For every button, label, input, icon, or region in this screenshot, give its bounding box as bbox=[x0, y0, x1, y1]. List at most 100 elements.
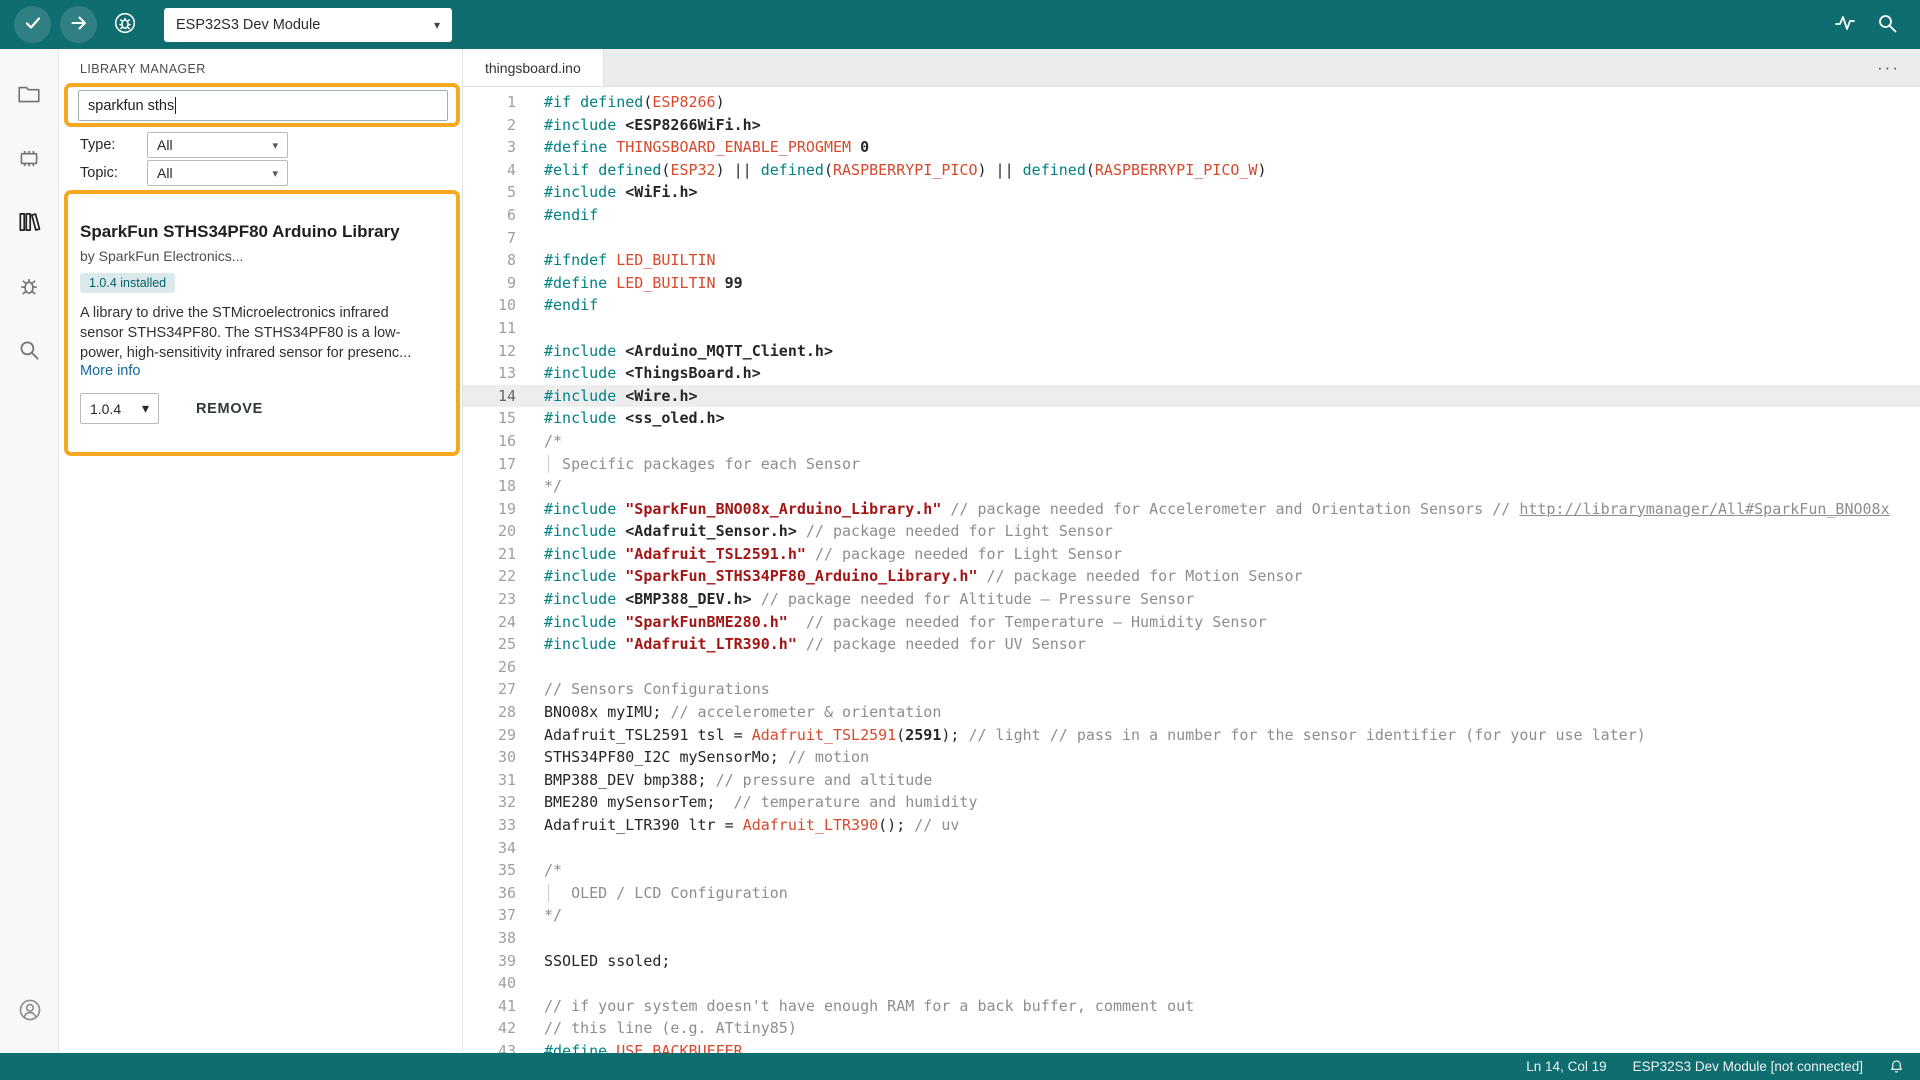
description-line: power, high-sensitivity infrared sensor … bbox=[80, 343, 436, 363]
line-number: 43 bbox=[463, 1040, 516, 1053]
code-line[interactable]: 31BMP388_DEV bmp388; // pressure and alt… bbox=[463, 769, 1920, 792]
remove-button[interactable]: REMOVE bbox=[196, 401, 263, 417]
code-line[interactable]: 33Adafruit_LTR390 ltr = Adafruit_LTR390(… bbox=[463, 814, 1920, 837]
line-number: 18 bbox=[463, 475, 516, 498]
line-number: 16 bbox=[463, 430, 516, 453]
sidebar-item-library-manager[interactable] bbox=[0, 191, 59, 255]
notifications-bell-icon[interactable] bbox=[1889, 1059, 1904, 1074]
line-number: 19 bbox=[463, 498, 516, 521]
code-line[interactable]: 42// this line (e.g. ATtiny85) bbox=[463, 1017, 1920, 1040]
code-text: /* bbox=[544, 430, 562, 453]
code-text: #include <WiFi.h> bbox=[544, 181, 698, 204]
code-line[interactable]: 34 bbox=[463, 837, 1920, 860]
topic-filter-select[interactable]: All ▾ bbox=[147, 160, 288, 186]
code-line[interactable]: 11 bbox=[463, 317, 1920, 340]
code-line[interactable]: 41// if your system doesn't have enough … bbox=[463, 995, 1920, 1018]
code-hyperlink[interactable]: http://librarymanager/All#SparkFun_BNO08… bbox=[1519, 500, 1889, 518]
code-line[interactable]: 14#include <Wire.h> bbox=[463, 385, 1920, 408]
code-line[interactable]: 22#include "SparkFun_STHS34PF80_Arduino_… bbox=[463, 565, 1920, 588]
type-filter-select[interactable]: All ▾ bbox=[147, 132, 288, 158]
code-line[interactable]: 39SSOLED ssoled; bbox=[463, 950, 1920, 973]
sidebar-item-search[interactable] bbox=[0, 319, 59, 383]
library-search-input[interactable]: sparkfun sths bbox=[78, 90, 448, 121]
library-actions: 1.0.4 ▾ REMOVE bbox=[80, 393, 436, 424]
folder-icon bbox=[16, 81, 42, 110]
line-number: 38 bbox=[463, 927, 516, 950]
code-line[interactable]: 15#include <ss_oled.h> bbox=[463, 407, 1920, 430]
code-line[interactable]: 27// Sensors Configurations bbox=[463, 678, 1920, 701]
more-info-link[interactable]: More info bbox=[80, 363, 150, 379]
code-line[interactable]: 23#include <BMP388_DEV.h> // package nee… bbox=[463, 588, 1920, 611]
code-line[interactable]: 29Adafruit_TSL2591 tsl = Adafruit_TSL259… bbox=[463, 724, 1920, 747]
start-debug-button[interactable] bbox=[106, 6, 143, 43]
activity-bar bbox=[0, 49, 59, 1053]
verify-button[interactable] bbox=[14, 6, 51, 43]
code-line[interactable]: 24#include "SparkFunBME280.h" // package… bbox=[463, 611, 1920, 634]
line-number: 13 bbox=[463, 362, 516, 385]
line-number: 24 bbox=[463, 611, 516, 634]
line-number: 25 bbox=[463, 633, 516, 656]
toolbar-right bbox=[1834, 12, 1906, 37]
version-select[interactable]: 1.0.4 ▾ bbox=[80, 393, 159, 424]
code-line[interactable]: 7 bbox=[463, 227, 1920, 250]
panel-title: LIBRARY MANAGER bbox=[80, 62, 206, 76]
upload-button[interactable] bbox=[60, 6, 97, 43]
code-line[interactable]: 13 #include <ThingsBoard.h> bbox=[463, 362, 1920, 385]
code-line[interactable]: 10#endif bbox=[463, 294, 1920, 317]
line-number: 11 bbox=[463, 317, 516, 340]
sidebar-item-account[interactable] bbox=[0, 979, 59, 1043]
code-line[interactable]: 1#if defined(ESP8266) bbox=[463, 91, 1920, 114]
editor-more-actions-icon[interactable]: ··· bbox=[1871, 49, 1906, 86]
library-title: SparkFun STHS34PF80 Arduino Library bbox=[80, 222, 436, 242]
code-line[interactable]: 8#ifndef LED_BUILTIN bbox=[463, 249, 1920, 272]
code-line[interactable]: 12 #include <Arduino_MQTT_Client.h> bbox=[463, 340, 1920, 363]
code-line[interactable]: 20#include <Adafruit_Sensor.h> // packag… bbox=[463, 520, 1920, 543]
arrow-right-icon bbox=[69, 13, 89, 36]
code-line[interactable]: 43#define USE_BACKBUFFER bbox=[463, 1040, 1920, 1053]
code-line[interactable]: 4#elif defined(ESP32) || defined(RASPBER… bbox=[463, 159, 1920, 182]
code-line[interactable]: 19#include "SparkFun_BNO08x_Arduino_Libr… bbox=[463, 498, 1920, 521]
code-line[interactable]: 3#define THINGSBOARD_ENABLE_PROGMEM 0 bbox=[463, 136, 1920, 159]
sidebar-item-debug[interactable] bbox=[0, 255, 59, 319]
board-selector-dropdown[interactable]: ESP32S3 Dev Module ▾ bbox=[164, 8, 452, 42]
code-line[interactable]: 30STHS34PF80_I2C mySensorMo; // motion bbox=[463, 746, 1920, 769]
code-line[interactable]: 40 bbox=[463, 972, 1920, 995]
code-line[interactable]: 21#include "Adafruit_TSL2591.h" // packa… bbox=[463, 543, 1920, 566]
code-editor[interactable]: 1#if defined(ESP8266)2#include <ESP8266W… bbox=[463, 87, 1920, 1053]
code-line[interactable]: 2#include <ESP8266WiFi.h> bbox=[463, 114, 1920, 137]
code-text: #include <Wire.h> bbox=[544, 385, 698, 408]
code-line[interactable]: 25#include "Adafruit_LTR390.h" // packag… bbox=[463, 633, 1920, 656]
sidebar-item-sketchbook[interactable] bbox=[0, 63, 59, 127]
line-number: 8 bbox=[463, 249, 516, 272]
code-line[interactable]: 6#endif bbox=[463, 204, 1920, 227]
topic-filter-row: Topic: All ▾ bbox=[80, 160, 288, 186]
code-text: #include <Arduino_MQTT_Client.h> bbox=[544, 340, 833, 363]
tab-thingsboard-ino[interactable]: thingsboard.ino bbox=[463, 49, 604, 86]
code-text: */ bbox=[544, 904, 562, 927]
code-line[interactable]: 16 /* bbox=[463, 430, 1920, 453]
code-line[interactable]: 28BNO08x myIMU; // accelerometer & orien… bbox=[463, 701, 1920, 724]
code-line[interactable]: 38 bbox=[463, 927, 1920, 950]
code-line[interactable]: 37*/ bbox=[463, 904, 1920, 927]
code-line[interactable]: 36│ OLED / LCD Configuration bbox=[463, 882, 1920, 905]
code-text: Adafruit_TSL2591 tsl = Adafruit_TSL2591(… bbox=[544, 724, 1646, 747]
code-line[interactable]: 26 bbox=[463, 656, 1920, 679]
code-line[interactable]: 18*/ bbox=[463, 475, 1920, 498]
line-number: 3 bbox=[463, 136, 516, 159]
line-number: 12 bbox=[463, 340, 516, 363]
bug-icon bbox=[16, 273, 42, 302]
code-line[interactable]: 9#define LED_BUILTIN 99 bbox=[463, 272, 1920, 295]
sidebar-item-boards-manager[interactable] bbox=[0, 127, 59, 191]
line-number: 34 bbox=[463, 837, 516, 860]
code-line[interactable]: 35/* bbox=[463, 859, 1920, 882]
code-line[interactable]: 32BME280 mySensorTem; // temperature and… bbox=[463, 791, 1920, 814]
code-line[interactable]: 5#include <WiFi.h> bbox=[463, 181, 1920, 204]
code-text: #include <ThingsBoard.h> bbox=[544, 362, 761, 385]
board-connection-status[interactable]: ESP32S3 Dev Module [not connected] bbox=[1633, 1059, 1863, 1074]
serial-plotter-button[interactable] bbox=[1834, 12, 1856, 37]
code-line[interactable]: 17│ Specific packages for each Sensor bbox=[463, 453, 1920, 476]
serial-monitor-button[interactable] bbox=[1876, 12, 1898, 37]
code-text: #elif defined(ESP32) || defined(RASPBERR… bbox=[544, 159, 1267, 182]
line-number: 15 bbox=[463, 407, 516, 430]
cursor-position[interactable]: Ln 14, Col 19 bbox=[1526, 1059, 1606, 1074]
